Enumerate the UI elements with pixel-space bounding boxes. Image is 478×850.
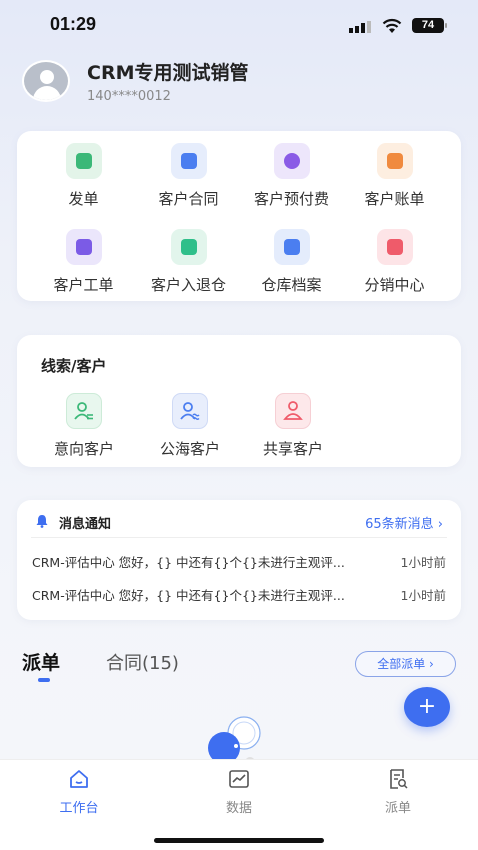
nav-dispatch[interactable]: 派单 [358, 768, 438, 816]
leads-card: 线索/客户 意向客户 公海客户 共享客户 [17, 335, 461, 467]
bill-icon [376, 143, 413, 179]
new-messages-link[interactable]: 65条新消息 › [365, 513, 443, 532]
add-button[interactable]: + [404, 687, 450, 727]
shared-customer[interactable]: 共享客户 [241, 393, 345, 459]
nav-label: 工作台 [59, 801, 99, 816]
bottom-navigation: 工作台 数据 派单 [0, 759, 478, 850]
feature-distribution-center[interactable]: 分销中心 [339, 229, 450, 295]
tab-contract[interactable]: 合同(15) [106, 649, 179, 675]
prepaid-icon [273, 143, 310, 179]
new-messages-count: 65条新消息 [365, 517, 434, 532]
feature-label: 客户工单 [53, 276, 114, 294]
feature-label: 客户预付费 [253, 190, 329, 208]
lead-label: 共享客户 [262, 440, 323, 458]
home-indicator [154, 838, 324, 843]
nav-label: 派单 [384, 801, 411, 816]
lead-label: 意向客户 [53, 440, 114, 458]
feature-customer-work-order[interactable]: 客户工单 [28, 229, 139, 295]
feature-grid: 发单 客户合同 客户预付费 客户账单 客户工单 客户入退仓 仓库档案 分销中心 [17, 131, 461, 301]
message-notice-card[interactable]: 消息通知 65条新消息 › CRM-评估中心 您好，{} 中还有{}个{}未进行… [17, 500, 461, 620]
work-order-icon [65, 229, 102, 265]
signal-icon [349, 21, 371, 33]
warehouse-inout-icon [170, 229, 207, 265]
feature-label: 仓库档案 [261, 276, 322, 294]
feature-label: 客户账单 [364, 190, 425, 208]
status-time: 01:29 [50, 14, 97, 34]
bell-icon [36, 515, 48, 528]
feature-label: 分销中心 [364, 276, 425, 294]
feature-label: 客户入退仓 [150, 276, 226, 294]
public-pool-customer[interactable]: 公海客户 [138, 393, 242, 459]
feature-label: 客户合同 [158, 190, 219, 208]
nav-data[interactable]: 数据 [199, 768, 279, 816]
battery-icon: 74 [412, 18, 447, 33]
feature-customer-contract[interactable]: 客户合同 [133, 143, 244, 209]
nav-label: 数据 [225, 801, 252, 816]
order-dispatch-icon [65, 143, 102, 179]
lead-label: 公海客户 [159, 440, 220, 458]
wifi-icon [382, 18, 402, 33]
chart-icon [229, 770, 249, 788]
intent-customer[interactable]: 意向客户 [32, 393, 136, 459]
shared-customer-icon [275, 393, 311, 429]
feature-customer-bill[interactable]: 客户账单 [339, 143, 450, 209]
feature-warehouse-archive[interactable]: 仓库档案 [236, 229, 347, 295]
home-icon [70, 770, 88, 788]
status-bar: 01:29 74 [0, 14, 478, 38]
nav-workbench[interactable]: 工作台 [39, 768, 119, 816]
feature-order-dispatch[interactable]: 发单 [28, 143, 139, 209]
feature-label: 发单 [68, 190, 99, 208]
message-time: 1小时前 [400, 588, 446, 603]
feature-customer-prepaid[interactable]: 客户预付费 [236, 143, 347, 209]
feature-customer-warehouse-inout[interactable]: 客户入退仓 [133, 229, 244, 295]
contract-icon [170, 143, 207, 179]
message-title: 消息通知 [59, 517, 112, 532]
public-pool-customer-icon [172, 393, 208, 429]
warehouse-archive-icon [273, 229, 310, 265]
active-tab-indicator [38, 678, 50, 682]
divider [31, 537, 447, 538]
leads-title: 线索/客户 [41, 357, 107, 375]
message-text: CRM-评估中心 您好，{} 中还有{}个{}未进行主观评... [32, 588, 345, 603]
intent-customer-icon [66, 393, 102, 429]
dispatch-list-icon [390, 769, 408, 789]
message-text: CRM-评估中心 您好，{} 中还有{}个{}未进行主观评... [32, 555, 345, 570]
avatar[interactable] [22, 60, 70, 102]
tab-dispatch[interactable]: 派单 [22, 648, 60, 675]
chevron-right-icon: › [437, 517, 443, 532]
user-name: CRM专用测试销管 [87, 62, 249, 84]
user-phone: 140****0012 [87, 89, 171, 104]
distribution-icon [376, 229, 413, 265]
all-dispatch-button[interactable]: 全部派单 › [355, 651, 456, 677]
message-time: 1小时前 [400, 555, 446, 570]
